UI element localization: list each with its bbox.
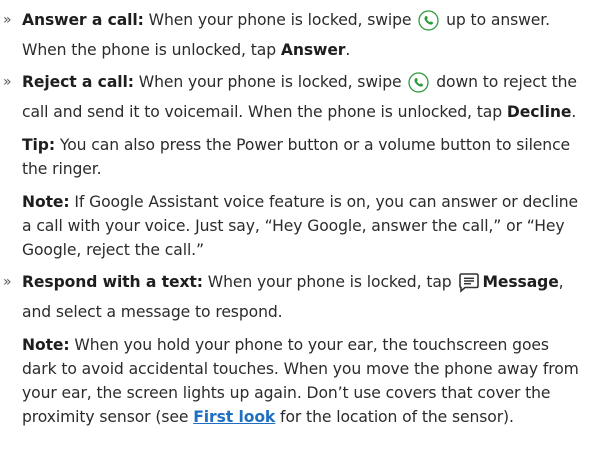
answer-call-item: » Answer a call: When your phone is lock… (0, 8, 590, 62)
answer-period: . (345, 41, 351, 59)
note-proximity-text-2: for the location of the sensor). (275, 408, 514, 426)
note-assistant-text: If Google Assistant voice feature is on,… (22, 193, 578, 259)
note-label: Note: (22, 193, 70, 211)
reject-period: . (571, 103, 577, 121)
answer-call-label: Answer a call: (22, 11, 144, 29)
decline-button-name: Decline (506, 103, 572, 121)
note-proximity-paragraph: Note: When you hold your phone to your e… (0, 333, 590, 429)
reject-call-label: Reject a call: (22, 73, 134, 91)
phone-icon (418, 10, 439, 38)
note-assistant-paragraph: Note: If Google Assistant voice feature … (0, 190, 590, 262)
respond-text-1: When your phone is locked, tap (202, 273, 457, 291)
reject-text-1: When your phone is locked, swipe (133, 73, 407, 91)
respond-label: Respond with a text: (22, 273, 203, 291)
first-look-link[interactable]: First look (193, 408, 275, 426)
note-label: Note: (22, 336, 70, 354)
bullet-chevron: » (3, 74, 12, 90)
manual-page: » Answer a call: When your phone is lock… (0, 0, 590, 450)
reject-call-item: » Reject a call: When your phone is lock… (0, 70, 590, 124)
phone-icon (408, 72, 430, 100)
tip-label: Tip: (22, 136, 55, 154)
bullet-chevron: » (3, 274, 12, 290)
message-icon (458, 272, 480, 300)
respond-text-item: » Respond with a text: When your phone i… (0, 270, 590, 324)
answer-button-name: Answer (280, 41, 346, 59)
tip-paragraph: Tip: You can also press the Power button… (0, 133, 590, 181)
tip-text: You can also press the Power button or a… (22, 136, 571, 178)
bullet-chevron: » (3, 12, 12, 28)
answer-text-1: When your phone is locked, swipe (143, 11, 417, 29)
message-button-name: Message (482, 273, 559, 291)
